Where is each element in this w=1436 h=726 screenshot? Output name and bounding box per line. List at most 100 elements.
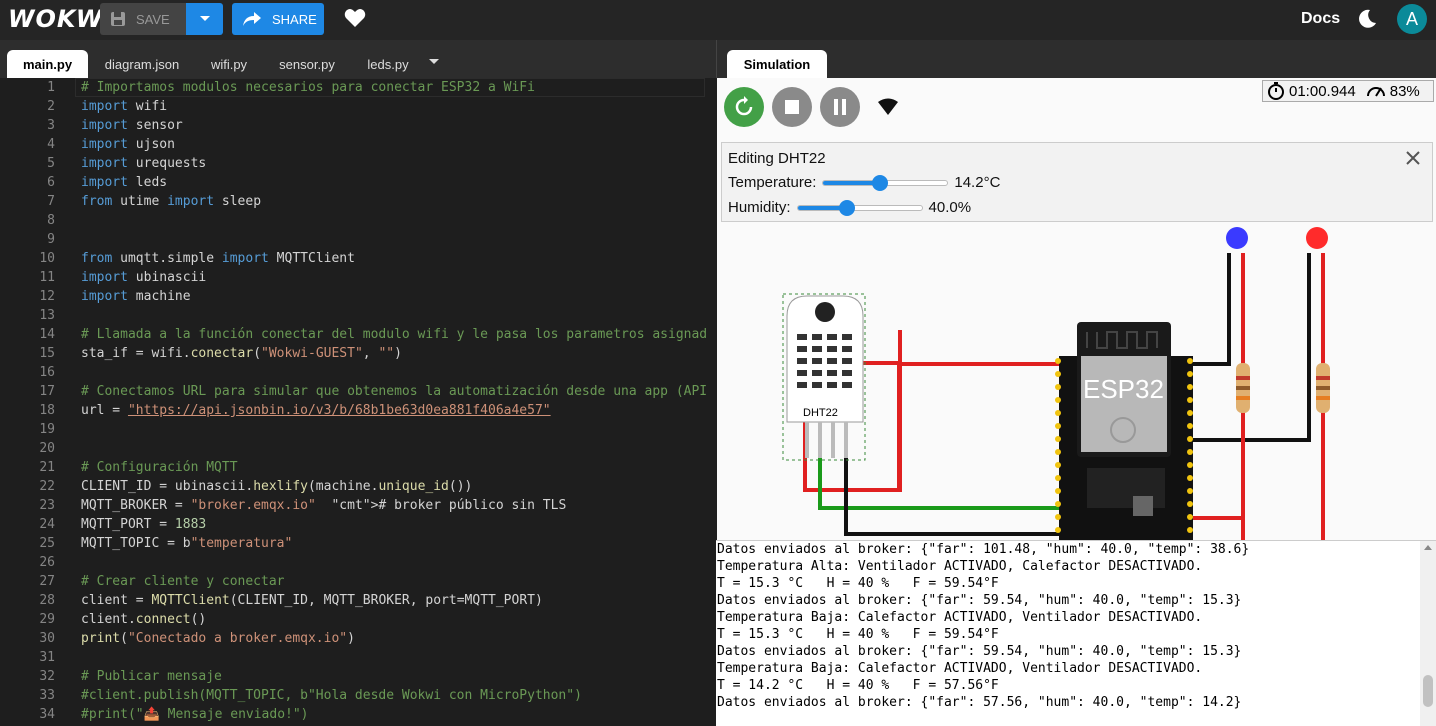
line-number: 11 xyxy=(39,270,55,285)
console-scrollbar[interactable] xyxy=(1420,541,1436,726)
stop-button[interactable] xyxy=(772,87,812,127)
code-line[interactable]: 29 client.connect() xyxy=(0,610,716,629)
code-text: # Llamada a la función conectar del modu… xyxy=(81,327,708,342)
heart-icon[interactable] xyxy=(344,8,366,28)
chevron-down-icon xyxy=(199,16,210,21)
line-number: 9 xyxy=(47,232,55,247)
code-text: client.connect() xyxy=(81,612,207,627)
console-line: Datos enviados al broker: {"far": 59.54,… xyxy=(717,644,1242,659)
temperature-slider[interactable] xyxy=(822,174,949,191)
wokwi-logo[interactable]: WOKWI xyxy=(8,5,113,33)
code-line[interactable]: 4 import ujson xyxy=(0,135,716,154)
code-line[interactable]: 20 xyxy=(0,439,716,458)
simulation-canvas[interactable]: DHT22 ESP32 01:00.944 83% Editing DHT22 xyxy=(717,78,1436,540)
floppy-icon xyxy=(111,12,125,26)
line-number: 29 xyxy=(39,612,55,627)
code-line[interactable]: 5 import urequests xyxy=(0,154,716,173)
code-line[interactable]: 34 #print("📤 Mensaje enviado!") xyxy=(0,705,716,724)
humidity-slider[interactable] xyxy=(796,199,923,216)
line-number: 13 xyxy=(39,308,55,323)
avatar[interactable]: A xyxy=(1397,4,1427,34)
line-number: 4 xyxy=(47,137,55,152)
tab-main-py[interactable]: main.py xyxy=(7,50,88,78)
close-icon[interactable] xyxy=(1406,151,1420,165)
code-text: import wifi xyxy=(81,99,168,114)
code-text: # Publicar mensaje xyxy=(81,669,222,684)
code-line[interactable]: 26 xyxy=(0,553,716,572)
console-line: Datos enviados al broker: {"far": 59.54,… xyxy=(717,593,1242,608)
code-line[interactable]: 21 # Configuración MQTT xyxy=(0,458,716,477)
tabs-overflow-icon[interactable] xyxy=(429,59,439,65)
code-text: # Crear cliente y conectar xyxy=(81,574,285,589)
scroll-up-icon[interactable] xyxy=(1424,545,1432,550)
simulation-header: Simulation xyxy=(716,40,1436,78)
code-text: # Conectamos URL para simular que obtene… xyxy=(81,384,708,399)
temperature-slider-thumb[interactable] xyxy=(872,174,889,191)
code-line[interactable]: 31 xyxy=(0,648,716,667)
code-editor[interactable]: 1 # Importamos modulos necesarios para co… xyxy=(0,78,716,726)
share-arrow-icon xyxy=(243,12,261,26)
tab-diagram-json[interactable]: diagram.json xyxy=(96,50,188,78)
code-line[interactable]: 16 xyxy=(0,363,716,382)
tab-wifi-py[interactable]: wifi.py xyxy=(200,50,258,78)
restart-button[interactable] xyxy=(724,87,764,127)
humidity-slider-thumb[interactable] xyxy=(839,199,856,216)
code-line[interactable]: 1 # Importamos modulos necesarios para co… xyxy=(0,78,716,97)
code-line[interactable]: 7 from utime import sleep xyxy=(0,192,716,211)
code-line[interactable]: 9 xyxy=(0,230,716,249)
code-line[interactable]: 13 xyxy=(0,306,716,325)
code-line[interactable]: 15 sta_if = wifi.conectar("Wokwi-GUEST", … xyxy=(0,344,716,363)
code-text: MQTT_TOPIC = b"temperatura" xyxy=(81,536,293,551)
restart-icon xyxy=(735,96,753,116)
line-number: 32 xyxy=(39,669,55,684)
code-line[interactable]: 14 # Llamada a la función conectar del mo… xyxy=(0,325,716,344)
code-line[interactable]: 25 MQTT_TOPIC = b"temperatura" xyxy=(0,534,716,553)
code-line[interactable]: 28 client = MQTTClient(CLIENT_ID, MQTT_BR… xyxy=(0,591,716,610)
moon-icon[interactable] xyxy=(1356,8,1378,30)
code-text: MQTT_PORT = 1883 xyxy=(81,517,207,532)
code-line[interactable]: 32 # Publicar mensaje xyxy=(0,667,716,686)
tab-sensor-py[interactable]: sensor.py xyxy=(271,50,343,78)
console-scroll-thumb[interactable] xyxy=(1423,675,1433,707)
line-number: 25 xyxy=(39,536,55,551)
console-line: Temperatura Baja: Calefactor ACTIVADO, V… xyxy=(717,610,1203,625)
serial-console[interactable]: Datos enviados al broker: {"far": 57.56,… xyxy=(716,540,1436,726)
code-line[interactable]: 17 # Conectamos URL para simular que obte… xyxy=(0,382,716,401)
code-line[interactable]: 18 url = "https://api.jsonbin.io/v3/b/68b… xyxy=(0,401,716,420)
docs-link[interactable]: Docs xyxy=(1301,10,1340,28)
speed-gauge-icon xyxy=(1366,87,1385,97)
code-line[interactable]: 8 xyxy=(0,211,716,230)
console-line: T = 15.3 °C H = 40 % F = 59.54°F xyxy=(717,576,999,591)
tab-simulation[interactable]: Simulation xyxy=(727,50,827,78)
temperature-label: Temperature: xyxy=(728,174,817,191)
console-line: Temperatura Baja: Calefactor ACTIVADO, V… xyxy=(717,661,1203,676)
code-text: from utime import sleep xyxy=(81,194,262,209)
humidity-label: Humidity: xyxy=(728,199,791,216)
code-line[interactable]: 10 from umqtt.simple import MQTTClient xyxy=(0,249,716,268)
code-line[interactable]: 3 import sensor xyxy=(0,116,716,135)
line-number: 23 xyxy=(39,498,55,513)
share-button[interactable]: SHARE xyxy=(232,3,324,35)
code-line[interactable]: 2 import wifi xyxy=(0,97,716,116)
speed-value: 83% xyxy=(1389,82,1420,100)
edit-panel-title: Editing DHT22 xyxy=(728,150,826,167)
code-line[interactable]: 12 import machine xyxy=(0,287,716,306)
save-dropdown-button[interactable] xyxy=(186,3,223,35)
line-number: 6 xyxy=(47,175,55,190)
code-line[interactable]: 6 import leds xyxy=(0,173,716,192)
code-line[interactable]: 27 # Crear cliente y conectar xyxy=(0,572,716,591)
tab-leds-py[interactable]: leds.py xyxy=(358,50,418,78)
code-line[interactable]: 23 MQTT_BROKER = "broker.emqx.io" "cmt">#… xyxy=(0,496,716,515)
code-line[interactable]: 33 #client.publish(MQTT_TOPIC, b"Hola des… xyxy=(0,686,716,705)
code-line[interactable]: 19 xyxy=(0,420,716,439)
code-line[interactable]: 22 CLIENT_ID = ubinascii.hexlify(machine.… xyxy=(0,477,716,496)
simulation-timer: 01:00.944 83% xyxy=(1262,80,1434,102)
pause-button[interactable] xyxy=(820,87,860,127)
save-button[interactable]: SAVE xyxy=(100,3,186,35)
code-line[interactable]: 24 MQTT_PORT = 1883 xyxy=(0,515,716,534)
code-text: import sensor xyxy=(81,118,183,133)
code-line[interactable]: 30 print("Conectado a broker.emqx.io") xyxy=(0,629,716,648)
wifi-icon xyxy=(878,98,898,115)
code-line[interactable]: 11 import ubinascii xyxy=(0,268,716,287)
humidity-row: Humidity: 40.0% xyxy=(728,199,971,216)
